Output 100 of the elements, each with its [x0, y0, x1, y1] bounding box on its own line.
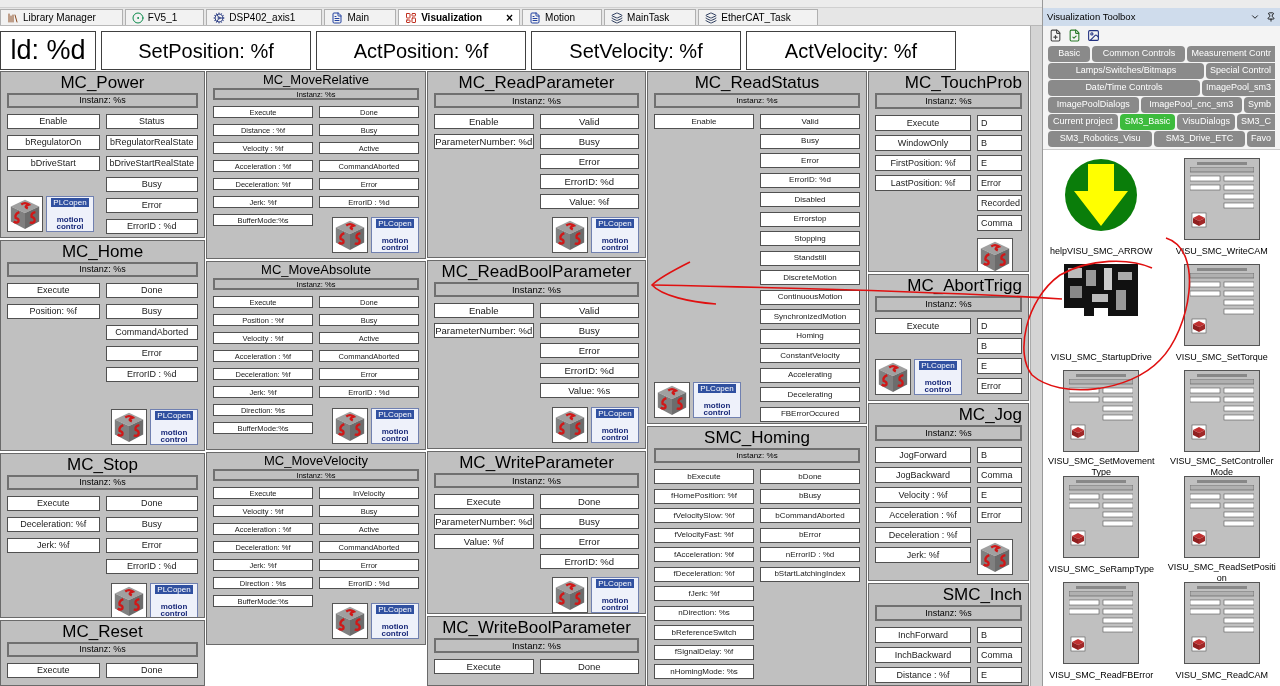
io-field: InchBackward: [875, 647, 971, 664]
io-field: Error: [760, 153, 860, 169]
logo-text: PLCopen: [376, 605, 414, 614]
document-add-icon[interactable]: [1049, 28, 1062, 42]
item-label: VISU_SMC_ReadFBError: [1048, 670, 1155, 681]
io-field: nHomingMode: %s: [654, 664, 754, 680]
io-field: B: [977, 447, 1022, 464]
thumbnail-fields-drawing: [1069, 591, 1134, 655]
cube-logo-icon: [332, 408, 368, 444]
io-field: Valid: [760, 114, 860, 130]
thumbnail-fields-drawing: [1069, 485, 1134, 549]
editor-tab[interactable]: Main: [324, 9, 397, 25]
pin-icon[interactable]: [1266, 12, 1276, 22]
cube-logo-icon: [111, 409, 147, 445]
logo-text: motion control: [159, 429, 189, 443]
editor-tab[interactable]: Library Manager: [0, 9, 123, 25]
io-field: D: [977, 115, 1022, 132]
editor-tab[interactable]: MainTask: [604, 9, 697, 25]
cube-logo-icon: [332, 217, 368, 254]
editor-tab[interactable]: DSP402_axis1: [206, 9, 323, 25]
io-field: Error: [977, 507, 1022, 524]
toolbox-item[interactable]: VISU_SMC_SetTorque: [1163, 262, 1280, 368]
tab-label: Motion: [545, 11, 576, 25]
io-field: Busy: [539, 514, 639, 530]
io-field: Distance : %f: [875, 667, 971, 684]
editor-tab[interactable]: FV5_1: [124, 9, 205, 25]
editor-tab[interactable]: Visualization ×: [398, 9, 521, 25]
io-field: fHomePosition: %f: [654, 488, 754, 504]
block-title: MC_ReadParameter: [457, 72, 616, 94]
scrollbar[interactable]: [1030, 26, 1042, 686]
logo-text: PLCopen: [596, 409, 634, 418]
logo-text: PLCopen: [155, 585, 193, 595]
thumbnail-fields-drawing: [1189, 379, 1254, 443]
item-label: VISU_SMC_SeRampType: [1047, 564, 1155, 575]
logo-text: motion control: [159, 603, 189, 617]
document-check-icon[interactable]: [1068, 28, 1081, 42]
toolbox-item[interactable]: helpVISU_SMC_ARROW: [1043, 156, 1160, 262]
block-title: MC_Jog: [957, 404, 1022, 426]
instance-field: Instanz: %s: [434, 93, 639, 109]
logo-text: motion control: [55, 216, 85, 230]
io-field: B: [977, 338, 1022, 355]
cube-logo-icon: [875, 359, 911, 395]
io-field: Value: %s: [539, 383, 639, 399]
io-field: Jerk: %f: [7, 538, 100, 554]
io-field: Status: [105, 114, 198, 130]
io-field: WindowOnly: [875, 135, 971, 152]
layers-icon: [705, 11, 718, 24]
io-field: Busy: [105, 177, 198, 193]
io-field: Deceleration: %f: [7, 517, 100, 533]
instance-field: Instanz: %s: [654, 93, 860, 109]
io-field: Errorstop: [760, 211, 860, 227]
logo-text: PLCopen: [376, 410, 414, 419]
toolbox-item[interactable]: VISU_SMC_ReadFBError: [1043, 580, 1160, 686]
io-field: Value: %f: [434, 534, 534, 550]
value-display: SetVelocity: %f: [531, 31, 741, 70]
logo-text: motion control: [380, 428, 410, 442]
logo-text: PLCopen: [698, 384, 736, 393]
logo-text: PLCopen: [155, 411, 193, 420]
value-display: SetPosition: %f: [101, 31, 311, 70]
io-field: Execute: [7, 283, 100, 299]
io-field: Enable: [434, 114, 534, 130]
close-button[interactable]: ×: [506, 11, 514, 24]
document-icon: [331, 11, 344, 24]
logo-text: PLCopen: [596, 579, 634, 589]
cube-logo-icon: [332, 603, 368, 639]
io-field: bDone: [760, 469, 860, 485]
io-field: ContinuousMotion: [760, 289, 860, 305]
io-field: Done: [105, 283, 198, 299]
dropdown-caret-icon[interactable]: [1250, 12, 1260, 22]
block-title: MC_ReadStatus: [693, 72, 821, 94]
io-field: DiscreteMotion: [760, 270, 860, 286]
logo-text: motion control: [600, 427, 630, 441]
thumbnail-fields-drawing: [1189, 167, 1254, 231]
io-field: Error: [539, 343, 639, 359]
editor-tab[interactable]: Motion: [522, 9, 603, 25]
io-field: Acceleration : %f: [875, 507, 971, 524]
logo-text: motion control: [380, 237, 410, 252]
instance-field: Instanz: %s: [434, 473, 639, 489]
item-label: helpVISU_SMC_ARROW: [1049, 246, 1154, 257]
layers-icon: [611, 11, 624, 24]
editor-tab[interactable]: EtherCAT_Task: [698, 9, 818, 25]
io-field: Done: [105, 496, 198, 512]
io-field: Busy: [539, 134, 639, 150]
io-field: Busy: [105, 304, 198, 320]
io-field: Accelerating: [760, 367, 860, 383]
io-field: B: [977, 627, 1022, 644]
cube-logo-icon: [552, 217, 588, 254]
instance-field: Instanz: %s: [875, 296, 1022, 313]
toolbox-item[interactable]: VISU_SMC_StartupDrive: [1043, 262, 1160, 368]
block-title: MC_Stop: [66, 454, 139, 476]
io-field: Done: [539, 659, 639, 675]
value-display: ld: %d: [0, 31, 96, 70]
image-icon[interactable]: [1087, 28, 1100, 42]
tab-label: EtherCAT_Task: [721, 11, 791, 25]
io-field: Error: [539, 534, 639, 550]
io-field: Comma: [977, 215, 1022, 232]
io-field: LastPosition: %f: [875, 175, 971, 192]
io-field: Deceleration : %f: [875, 527, 971, 544]
io-field: Done: [105, 663, 198, 679]
io-field: bDriveStart: [7, 156, 100, 172]
